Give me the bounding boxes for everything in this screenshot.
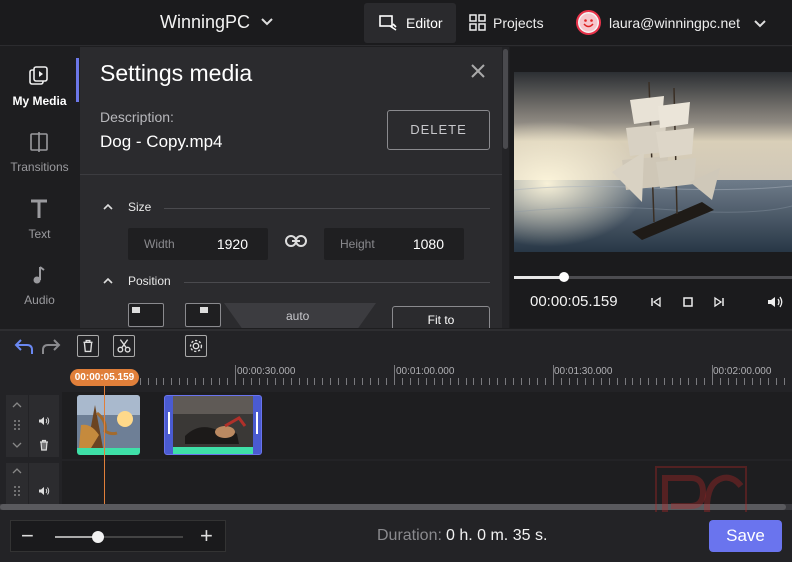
- smiley-avatar-icon: [579, 13, 598, 32]
- prev-frame-icon[interactable]: [649, 295, 663, 309]
- avatar[interactable]: [576, 10, 601, 35]
- next-frame-icon[interactable]: [712, 295, 726, 309]
- playhead-time-badge[interactable]: 00:00:05.159: [70, 369, 139, 386]
- preview-time: 00:00:05.159: [530, 293, 618, 310]
- track-handle[interactable]: [6, 395, 28, 457]
- height-label: Height: [340, 237, 375, 251]
- close-icon[interactable]: [468, 61, 488, 81]
- auto-label: auto: [286, 309, 310, 323]
- transitions-icon: [30, 132, 48, 152]
- width-label: Width: [144, 237, 175, 251]
- text-icon: [31, 199, 47, 218]
- music-note-icon: [33, 266, 45, 284]
- tick-label: 00:00:30.000: [237, 366, 296, 377]
- height-value[interactable]: 1080: [413, 236, 444, 252]
- tick-label: 00:02:00.000: [713, 366, 772, 377]
- top-bar: WinningPC Editor Projects laura@winningp…: [0, 0, 792, 46]
- user-email[interactable]: laura@winningpc.net: [609, 15, 740, 31]
- zoom-slider-fill: [55, 536, 93, 538]
- app-title[interactable]: WinningPC: [160, 12, 250, 33]
- panel-scrollbar[interactable]: [502, 47, 509, 328]
- nav-item-transitions[interactable]: Transitions: [0, 119, 79, 183]
- divider: [80, 174, 503, 175]
- chevron-down-icon[interactable]: [259, 13, 275, 29]
- playhead-line[interactable]: [104, 386, 105, 505]
- height-field[interactable]: Height 1080: [324, 228, 464, 260]
- position-section-label: Position: [128, 274, 171, 288]
- user-menu-chevron-icon[interactable]: [752, 15, 768, 31]
- size-section-header[interactable]: Size: [100, 198, 490, 218]
- size-section-label: Size: [128, 200, 152, 214]
- track-volume-icon[interactable]: [38, 486, 50, 496]
- section-divider: [164, 208, 490, 209]
- bottom-bar: − + Duration: 0 h. 0 m. 35 s. Save: [0, 512, 792, 562]
- panel-title: Settings media: [100, 60, 253, 86]
- video-preview: 00:00:05.159: [510, 47, 792, 328]
- editor-icon: [379, 15, 397, 31]
- video-clip[interactable]: [77, 395, 140, 455]
- zoom-slider-handle[interactable]: [92, 531, 104, 543]
- scissors-icon[interactable]: [113, 335, 135, 357]
- delete-clip-icon[interactable]: [77, 335, 99, 357]
- tick-label: 00:01:00.000: [396, 366, 455, 377]
- track-controls: [29, 463, 59, 505]
- nav-label: Transitions: [10, 160, 69, 174]
- settings-media-panel: Settings media Description: Dog - Copy.m…: [80, 47, 503, 328]
- undo-icon[interactable]: [13, 335, 35, 357]
- seek-handle[interactable]: [559, 272, 569, 282]
- nav-label: Audio: [24, 293, 55, 307]
- chevron-up-icon: [103, 277, 113, 284]
- section-divider: [184, 282, 490, 283]
- tick-label: 00:01:30.000: [554, 366, 613, 377]
- clip-thumbnail: [168, 396, 258, 454]
- delete-button[interactable]: DELETE: [387, 110, 490, 150]
- clip-thumbnail: [77, 395, 140, 455]
- seek-bar-fill: [514, 276, 561, 279]
- width-field[interactable]: Width 1920: [128, 228, 268, 260]
- save-button[interactable]: Save: [709, 520, 782, 552]
- fit-to-button[interactable]: Fit to: [392, 306, 490, 328]
- editor-tab-button[interactable]: Editor: [364, 3, 456, 43]
- duration-value: 0 h. 0 m. 35 s.: [446, 527, 548, 544]
- track-volume-icon[interactable]: [38, 416, 50, 426]
- link-aspect-icon[interactable]: [285, 234, 307, 248]
- projects-tab-button[interactable]: Projects: [462, 3, 562, 43]
- width-value[interactable]: 1920: [217, 236, 248, 252]
- nav-label: Text: [28, 227, 51, 241]
- chevron-up-icon: [103, 203, 113, 210]
- nav-active-indicator: [76, 58, 79, 102]
- position-top-left-button[interactable]: [128, 303, 164, 327]
- description-value: Dog - Copy.mp4: [100, 132, 223, 151]
- left-nav: My Media Transitions Text Audio: [0, 47, 79, 328]
- editor-label: Editor: [406, 15, 443, 31]
- selected-video-clip[interactable]: [164, 395, 262, 455]
- volume-icon[interactable]: [767, 295, 785, 309]
- zoom-in-button[interactable]: +: [200, 523, 213, 549]
- track-handle[interactable]: [6, 463, 28, 505]
- duration-label: Duration:: [377, 527, 442, 544]
- video-frame[interactable]: [514, 72, 792, 252]
- track-delete-icon[interactable]: [38, 439, 50, 451]
- stop-icon[interactable]: [681, 295, 695, 309]
- video-track: [0, 392, 792, 459]
- nav-item-audio[interactable]: Audio: [0, 252, 79, 316]
- zoom-out-button[interactable]: −: [21, 523, 34, 549]
- nav-label: My Media: [12, 94, 67, 108]
- grid-icon: [469, 14, 486, 31]
- nav-item-my-media[interactable]: My Media: [0, 53, 79, 117]
- track-controls: [29, 395, 59, 457]
- projects-label: Projects: [493, 15, 544, 31]
- redo-icon[interactable]: [40, 335, 62, 357]
- description-label: Description:: [100, 109, 174, 125]
- position-top-center-button[interactable]: [185, 303, 221, 327]
- zoom-control: − +: [10, 520, 226, 552]
- media-icon: [29, 66, 48, 85]
- time-ruler[interactable]: 00:00:30.000 00:01:00.000 00:01:30.000 0…: [76, 361, 792, 385]
- nav-item-text[interactable]: Text: [0, 186, 79, 250]
- position-section-header[interactable]: Position: [100, 272, 490, 292]
- track-reorder-icon: [12, 468, 22, 496]
- settings-gear-icon[interactable]: [185, 335, 207, 357]
- track-reorder-icon: [12, 402, 22, 448]
